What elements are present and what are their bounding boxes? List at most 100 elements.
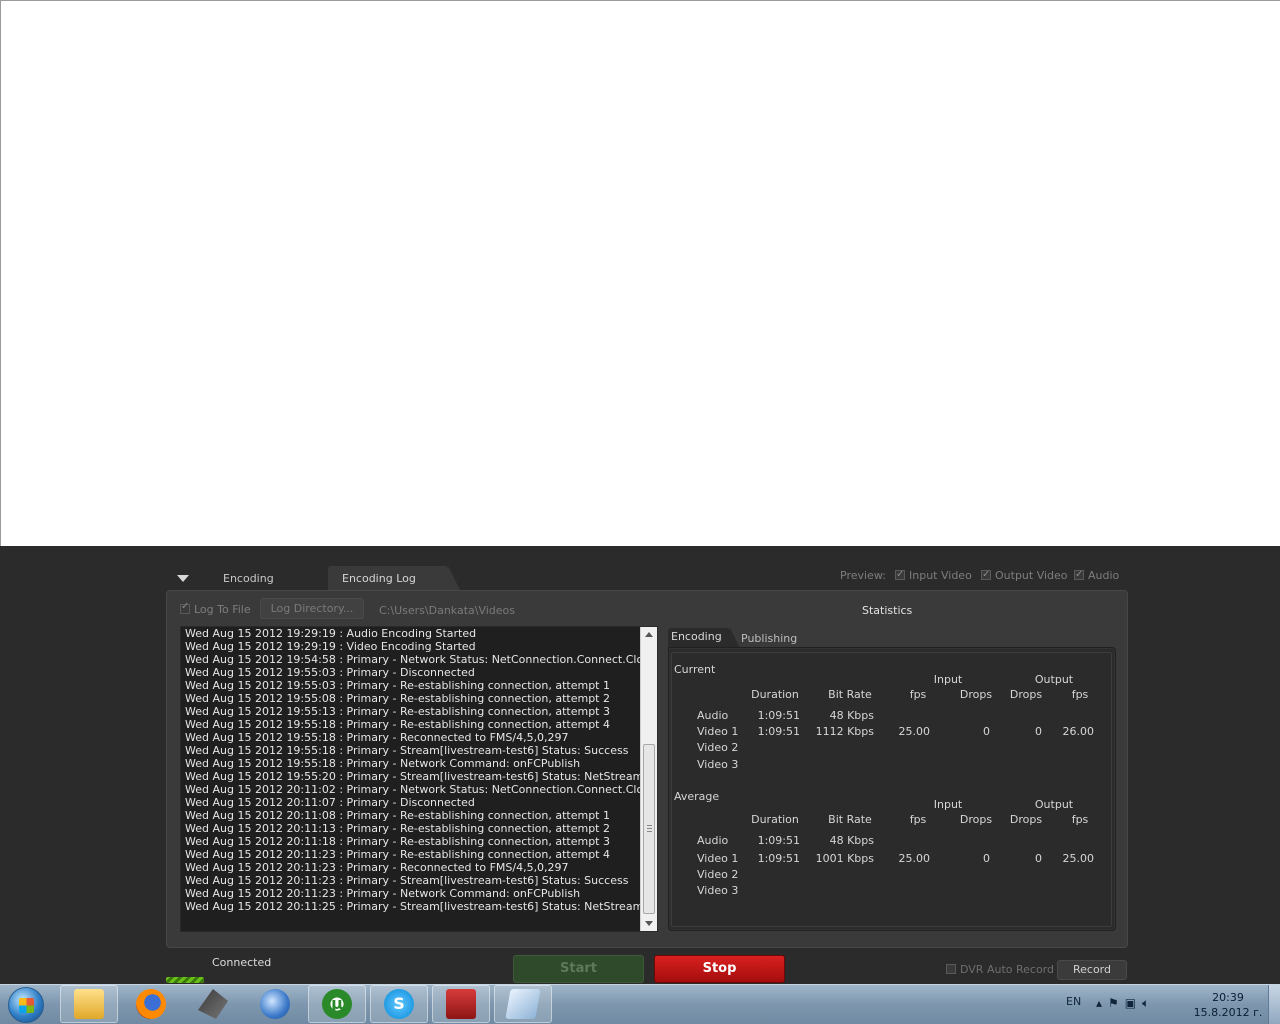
- taskbar-utorrent[interactable]: µ: [308, 985, 366, 1023]
- log-scrollbar[interactable]: [640, 627, 657, 931]
- clock-date: 15.8.2012 г.: [1193, 1006, 1263, 1019]
- log-line: Wed Aug 15 2012 20:11:08 : Primary - Re-…: [185, 809, 610, 822]
- log-line: Wed Aug 15 2012 19:55:18 : Primary - Net…: [185, 757, 581, 770]
- log-to-file-checkbox[interactable]: Log To File: [180, 601, 251, 616]
- log-line: Wed Aug 15 2012 19:55:20 : Primary - Str…: [185, 770, 641, 783]
- stats-header-output-fps: fps: [1071, 688, 1089, 701]
- checkbox-icon[interactable]: [180, 601, 190, 614]
- windows-start-icon[interactable]: [8, 987, 44, 1023]
- stats-bitrate-value: 48 Kbps: [829, 834, 874, 847]
- preview-output-video-label: Output Video: [995, 569, 1068, 582]
- utorrent-icon: µ: [322, 989, 352, 1019]
- taskbar-notes[interactable]: [494, 985, 552, 1023]
- stats-header-duration: Duration: [751, 688, 799, 701]
- taskbar-media-encoder[interactable]: [432, 985, 490, 1023]
- start-button[interactable]: Start: [513, 955, 644, 983]
- thunderbird-icon: [260, 989, 290, 1019]
- preview-audio-checkbox[interactable]: Audio: [1074, 567, 1120, 584]
- log-line: Wed Aug 15 2012 20:11:23 : Primary - Re-…: [185, 848, 610, 861]
- stats-row-name: Video 3: [697, 884, 739, 897]
- stats-input-fps-value: 25.00: [898, 725, 931, 738]
- log-line: Wed Aug 15 2012 19:55:13 : Primary - Re-…: [185, 705, 610, 718]
- log-line: Wed Aug 15 2012 19:55:03 : Primary - Re-…: [185, 679, 610, 692]
- clock[interactable]: 20:39 15.8.2012 г.: [1188, 990, 1268, 1020]
- taskbar-explorer[interactable]: [60, 985, 118, 1023]
- log-line: Wed Aug 15 2012 20:11:13 : Primary - Re-…: [185, 822, 610, 835]
- stats-bitrate-value: 1001 Kbps: [815, 852, 874, 865]
- checkbox-icon[interactable]: [981, 567, 991, 583]
- log-to-file-label: Log To File: [194, 603, 251, 616]
- stats-average-label: Average: [674, 790, 720, 803]
- log-line: Wed Aug 15 2012 20:11:23 : Primary - Net…: [185, 887, 581, 900]
- scroll-thumb[interactable]: [643, 744, 655, 914]
- preview-input-video-checkbox[interactable]: Input Video: [895, 567, 972, 584]
- scroll-down-arrow-icon[interactable]: [645, 921, 653, 926]
- stats-row-name: Video 1: [697, 852, 739, 865]
- log-path-label: C:\Users\Dankata\Videos: [379, 604, 516, 617]
- statistics-title: Statistics: [862, 604, 913, 617]
- log-line: Wed Aug 15 2012 20:11:02 : Primary - Net…: [185, 783, 641, 796]
- preview-label: Preview:: [840, 569, 886, 582]
- media-encoder-icon: [446, 989, 476, 1019]
- checkbox-icon[interactable]: [895, 567, 905, 583]
- flag-icon[interactable]: ⚑: [1108, 996, 1125, 1010]
- log-line: Wed Aug 15 2012 20:11:18 : Primary - Re-…: [185, 835, 610, 848]
- stats-header-bit-rate: Bit Rate: [828, 688, 872, 701]
- preview-output-video-checkbox[interactable]: Output Video: [981, 567, 1068, 584]
- stats-row-name: Video 3: [697, 758, 739, 771]
- stats-row-name: Video 1: [697, 725, 739, 738]
- clock-time: 20:39: [1212, 991, 1244, 1004]
- stats-bitrate-value: 1112 Kbps: [815, 725, 874, 738]
- dvr-auto-record-checkbox[interactable]: DVR Auto Record: [946, 963, 1054, 976]
- tab-statistics-encoding[interactable]: Encoding: [668, 628, 740, 648]
- stop-button[interactable]: Stop: [654, 955, 785, 983]
- tray-expand-icon[interactable]: ▴: [1096, 996, 1108, 1010]
- log-line: Wed Aug 15 2012 19:55:18 : Primary - Str…: [185, 744, 629, 757]
- stats-duration-value: 1:09:51: [757, 852, 800, 865]
- taskbar-winamp[interactable]: [184, 985, 242, 1023]
- log-line: Wed Aug 15 2012 19:54:58 : Primary - Net…: [185, 653, 641, 666]
- tab-encoding-log[interactable]: Encoding Log: [328, 566, 460, 590]
- stats-header-input-fps: fps: [909, 688, 927, 701]
- log-line: Wed Aug 15 2012 19:55:18 : Primary - Rec…: [185, 731, 569, 744]
- log-line: Wed Aug 15 2012 19:55:03 : Primary - Dis…: [185, 666, 475, 679]
- stats-header-input: Input: [933, 798, 963, 811]
- taskbar-thunderbird[interactable]: [246, 985, 304, 1023]
- taskbar-firefox[interactable]: [122, 985, 180, 1023]
- log-lines: Wed Aug 15 2012 19:29:19 : Audio Encodin…: [185, 627, 641, 913]
- network-icon[interactable]: ▣: [1125, 996, 1142, 1010]
- stats-row-name: Video 2: [697, 868, 739, 881]
- stats-header-output-drops: Drops: [1009, 813, 1043, 826]
- stats-row-name: Audio: [697, 834, 729, 847]
- stats-header-output: Output: [1034, 798, 1074, 811]
- encoding-log-list[interactable]: Wed Aug 15 2012 19:29:19 : Audio Encodin…: [180, 626, 658, 932]
- log-line: Wed Aug 15 2012 20:11:23 : Primary - Str…: [185, 874, 629, 887]
- stats-row-name: Video 2: [697, 741, 739, 754]
- tab-encoding-options[interactable]: Encoding Options: [209, 566, 321, 611]
- stats-output-fps-value: 26.00: [1062, 725, 1095, 738]
- scroll-up-arrow-icon[interactable]: [645, 632, 653, 637]
- log-line: Wed Aug 15 2012 19:29:19 : Audio Encodin…: [185, 627, 477, 640]
- stats-duration-value: 1:09:51: [757, 834, 800, 847]
- collapse-arrow-icon[interactable]: [177, 575, 189, 582]
- stats-header-input: Input: [933, 673, 963, 686]
- stats-header-duration: Duration: [751, 813, 799, 826]
- taskbar-skype[interactable]: S: [370, 985, 428, 1023]
- system-tray[interactable]: ▴⚑▣🔈︎: [1096, 996, 1155, 1011]
- checkbox-icon[interactable]: [1074, 567, 1084, 583]
- stats-row-name: Audio: [697, 709, 729, 722]
- stats-header-output: Output: [1034, 673, 1074, 686]
- checkbox-icon[interactable]: [946, 964, 956, 974]
- log-directory-button[interactable]: Log Directory...: [260, 598, 364, 619]
- preview-audio-label: Audio: [1088, 569, 1120, 582]
- status-indicator-icon: [166, 977, 204, 983]
- language-indicator[interactable]: EN: [1066, 995, 1081, 1008]
- log-line: Wed Aug 15 2012 20:11:07 : Primary - Dis…: [185, 796, 475, 809]
- stats-header-bit-rate: Bit Rate: [828, 813, 872, 826]
- stats-input-drops-value: 0: [983, 725, 990, 738]
- record-button[interactable]: Record: [1057, 960, 1127, 980]
- stats-output-drops-value: 0: [1035, 725, 1042, 738]
- stats-header-input-fps: fps: [909, 813, 927, 826]
- volume-icon[interactable]: 🔈︎: [1142, 996, 1155, 1010]
- show-desktop-button[interactable]: [1268, 985, 1280, 1024]
